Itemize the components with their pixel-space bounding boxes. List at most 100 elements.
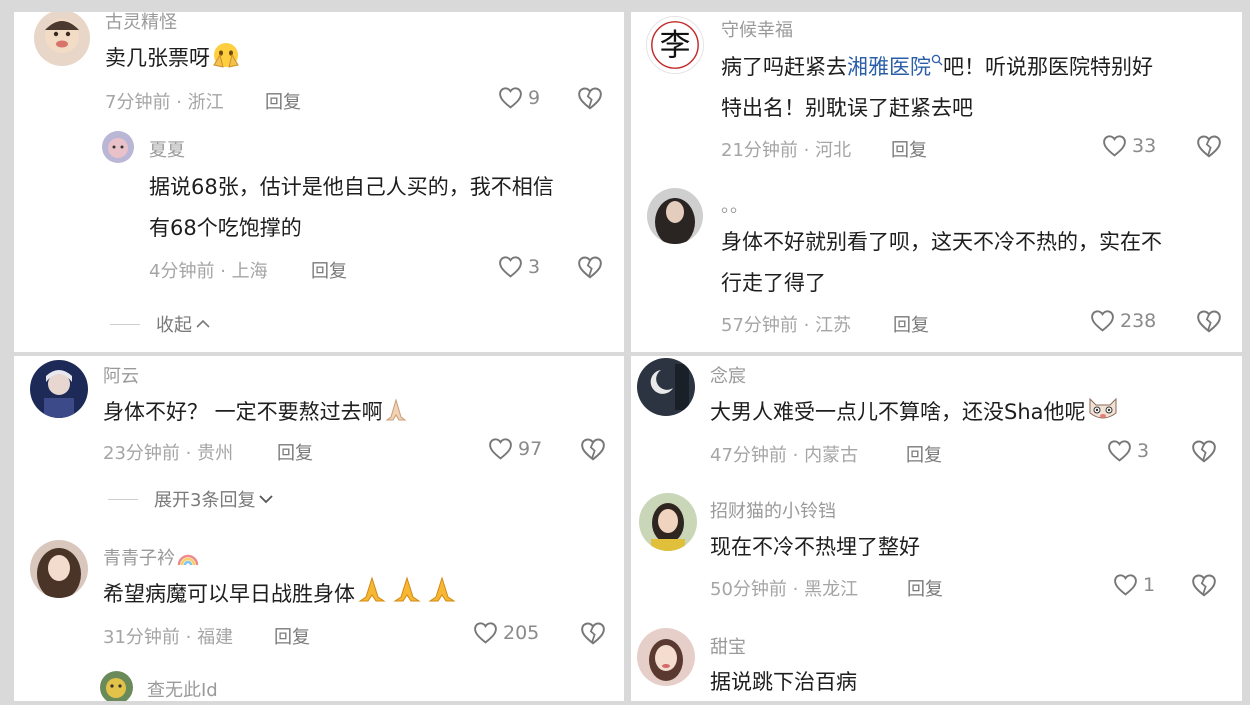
avatar[interactable] bbox=[637, 358, 695, 416]
like-button[interactable]: 33 bbox=[1102, 134, 1156, 157]
cat-face-emoji-icon bbox=[1086, 393, 1120, 423]
dislike-button[interactable] bbox=[577, 255, 603, 279]
dislike-button[interactable] bbox=[577, 86, 603, 110]
meta-separator: · bbox=[176, 92, 182, 113]
heart-outline-icon bbox=[1091, 310, 1114, 332]
like-button[interactable]: 9 bbox=[498, 86, 540, 109]
comment-time: 50分钟前 bbox=[710, 579, 787, 600]
comment-meta: 4分钟前 · 上海 bbox=[149, 257, 268, 283]
comment-text: 希望病魔可以早日战胜身体 bbox=[103, 574, 459, 614]
comment-location: 江苏 bbox=[815, 315, 852, 336]
meta-separator: · bbox=[792, 579, 799, 600]
heart-outline-icon bbox=[499, 87, 522, 109]
broken-heart-icon bbox=[1192, 440, 1216, 463]
chevron-up-icon bbox=[196, 319, 210, 328]
divider bbox=[108, 498, 138, 500]
reply-button[interactable]: 回复 bbox=[311, 257, 347, 283]
username[interactable]: 。。 bbox=[721, 192, 748, 218]
like-button[interactable]: 97 bbox=[488, 437, 542, 460]
broken-heart-icon bbox=[578, 256, 602, 279]
avatar[interactable] bbox=[647, 188, 703, 244]
comment-meta: 31分钟前 · 福建 bbox=[103, 623, 233, 649]
comment-panel-top-right: 李 守候幸福 病了吗赶紧去湘雅医院 吧！听说那医院特别好 特出名！别耽误了赶紧去吧… bbox=[631, 12, 1242, 352]
dislike-button[interactable] bbox=[1191, 439, 1217, 463]
like-button[interactable]: 3 bbox=[1107, 439, 1149, 462]
chevron-down-icon bbox=[259, 495, 274, 504]
meta-separator: · bbox=[185, 443, 192, 464]
comment-time: 47分钟前 bbox=[710, 445, 787, 466]
username[interactable]: 阿云 bbox=[103, 362, 139, 388]
hospital-link[interactable]: 湘雅医院 bbox=[847, 55, 931, 79]
like-count: 9 bbox=[528, 86, 541, 109]
comment-text-content: 希望病魔可以早日战胜身体 bbox=[103, 582, 355, 606]
avatar-char: 李 bbox=[660, 28, 691, 64]
avatar[interactable] bbox=[34, 12, 90, 66]
expand-label: 展开3条回复 bbox=[154, 490, 256, 511]
reply-button[interactable]: 回复 bbox=[891, 136, 927, 162]
reply-button[interactable]: 回复 bbox=[893, 311, 929, 337]
comment-text: 大男人难受一点儿不算啥，还没Sha他呢 bbox=[710, 392, 1120, 432]
reply-button[interactable]: 回复 bbox=[274, 623, 310, 649]
comment-text-line-1: 身体不好就别看了呗，这天不冷不热的，实在不 bbox=[721, 230, 1162, 254]
reply-button[interactable]: 回复 bbox=[906, 441, 942, 467]
comment-location: 内蒙古 bbox=[804, 445, 859, 466]
meta-separator: · bbox=[220, 261, 226, 282]
heart-outline-icon bbox=[499, 256, 522, 278]
comment-time: 57分钟前 bbox=[721, 315, 798, 336]
avatar[interactable] bbox=[30, 360, 88, 418]
comment-meta: 23分钟前 · 贵州 bbox=[103, 439, 233, 465]
meta-separator: · bbox=[792, 445, 799, 466]
comment-text-after-link: 吧！听说那医院特别好 bbox=[943, 55, 1153, 79]
username[interactable]: 守候幸福 bbox=[721, 16, 793, 42]
avatar[interactable] bbox=[100, 671, 133, 701]
like-button[interactable]: 238 bbox=[1090, 309, 1156, 332]
like-button[interactable]: 3 bbox=[498, 255, 540, 278]
dislike-button[interactable] bbox=[580, 621, 606, 645]
comment-meta: 50分钟前 · 黑龙江 bbox=[710, 575, 858, 601]
username[interactable]: 夏夏 bbox=[149, 136, 185, 162]
comment-panel-bottom-right: 念宸 大男人难受一点儿不算啥，还没Sha他呢 47分钟前 · 内蒙古 回复 3 … bbox=[631, 356, 1242, 701]
comment-location: 福建 bbox=[197, 627, 234, 648]
collapse-label: 收起 bbox=[156, 315, 192, 336]
comment-text: 卖几张票呀 bbox=[105, 38, 242, 78]
username[interactable]: 招财猫的小铃铛 bbox=[710, 497, 836, 523]
meta-separator: · bbox=[803, 140, 810, 161]
avatar[interactable] bbox=[637, 628, 695, 686]
broken-heart-icon bbox=[1197, 310, 1221, 333]
reply-button[interactable]: 回复 bbox=[907, 575, 943, 601]
broken-heart-icon bbox=[581, 622, 605, 645]
heart-outline-icon bbox=[1103, 135, 1126, 157]
comment-location: 浙江 bbox=[187, 92, 224, 113]
username[interactable]: 青青子衿 bbox=[103, 544, 199, 570]
comment-time: 31分钟前 bbox=[103, 627, 180, 648]
like-count: 97 bbox=[518, 437, 543, 460]
dislike-button[interactable] bbox=[1196, 309, 1222, 333]
heart-outline-icon bbox=[1114, 574, 1137, 596]
comment-text-line-1: 病了吗赶紧去湘雅医院 吧！听说那医院特别好 bbox=[721, 47, 1153, 87]
avatar[interactable] bbox=[639, 493, 697, 551]
username[interactable]: 古灵精怪 bbox=[105, 12, 177, 34]
collapse-replies-button[interactable]: 收起 bbox=[110, 311, 211, 337]
dislike-button[interactable] bbox=[1191, 573, 1217, 597]
expand-replies-button[interactable]: 展开3条回复 bbox=[108, 486, 274, 512]
comment-meta: 47分钟前 · 内蒙古 bbox=[710, 441, 858, 467]
heart-outline-icon bbox=[489, 438, 512, 460]
dislike-button[interactable] bbox=[1196, 134, 1222, 158]
comment-time: 4分钟前 bbox=[149, 261, 215, 282]
like-button[interactable]: 1 bbox=[1113, 573, 1155, 596]
username[interactable]: 甜宝 bbox=[710, 633, 746, 659]
comment-text-content: 卖几张票呀 bbox=[105, 46, 210, 70]
avatar[interactable] bbox=[30, 540, 88, 598]
heart-outline-icon bbox=[474, 622, 497, 644]
avatar[interactable]: 李 bbox=[646, 16, 704, 74]
comment-text-line-1: 据说68张，估计是他自己人买的，我不相信 bbox=[149, 175, 554, 199]
avatar[interactable] bbox=[102, 131, 134, 163]
username[interactable]: 查无此Id bbox=[147, 676, 218, 701]
meta-separator: · bbox=[185, 627, 192, 648]
broken-heart-icon bbox=[1192, 574, 1216, 597]
dislike-button[interactable] bbox=[580, 437, 606, 461]
username[interactable]: 念宸 bbox=[710, 362, 746, 388]
reply-button[interactable]: 回复 bbox=[265, 88, 301, 114]
reply-button[interactable]: 回复 bbox=[277, 439, 313, 465]
like-button[interactable]: 205 bbox=[473, 621, 539, 644]
